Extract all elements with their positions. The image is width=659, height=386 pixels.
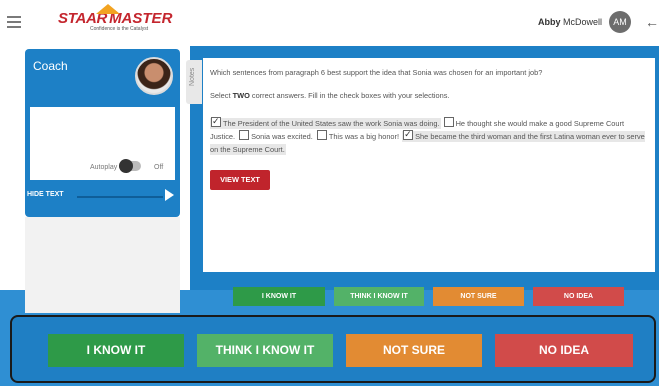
- instructions-text-post: correct answers. Fill in the check boxes…: [249, 91, 450, 100]
- instructions-text-pre: Select: [210, 91, 233, 100]
- play-icon[interactable]: [165, 189, 174, 201]
- i-know-it-button-small[interactable]: I KNOW IT: [233, 287, 325, 306]
- coach-panel: Coach Autoplay Off HIDE TEXT: [25, 49, 180, 217]
- instructions-count: TWO: [232, 91, 250, 100]
- audio-progress-bar[interactable]: [77, 196, 163, 198]
- back-arrow-icon[interactable]: ←: [645, 14, 659, 30]
- question-prompt: Which sentences from paragraph 6 best su…: [210, 68, 543, 77]
- autoplay-label: Autoplay: [90, 164, 118, 171]
- i-know-it-button[interactable]: I KNOW IT: [48, 334, 184, 367]
- answer-options: The President of the United States saw t…: [210, 115, 650, 156]
- user-name: Abby McDowell: [538, 17, 602, 27]
- toggle-knob: [119, 159, 133, 173]
- option-text: Sonia was excited.: [251, 132, 313, 141]
- staar-master-logo[interactable]: STAAR MASTER Confidence is the Catalyst: [58, 4, 172, 32]
- not-sure-button-small[interactable]: NOT SURE: [433, 287, 524, 306]
- notes-tab-label: Notes: [189, 67, 196, 86]
- user-avatar[interactable]: AM: [609, 11, 631, 33]
- question-instructions: Select TWO correct answers. Fill in the …: [210, 91, 450, 100]
- question-card: Which sentences from paragraph 6 best su…: [203, 58, 655, 272]
- option-text: This was a big honor!: [328, 132, 400, 141]
- option-3[interactable]: Sonia was excited.: [238, 130, 314, 142]
- checkbox-3[interactable]: [239, 130, 250, 140]
- audio-controls: HIDE TEXT: [25, 189, 180, 205]
- notes-tab[interactable]: Notes: [186, 60, 202, 104]
- hide-text-button[interactable]: HIDE TEXT: [27, 191, 64, 198]
- top-header: STAAR MASTER Confidence is the Catalyst A…: [0, 0, 659, 46]
- checkbox-5[interactable]: [403, 128, 414, 141]
- coach-panel-footer: [25, 217, 180, 313]
- option-text: The President of the United States saw t…: [223, 119, 440, 128]
- user-last-name: McDowell: [563, 17, 603, 27]
- coach-title: Coach: [33, 59, 68, 73]
- think-i-know-it-button[interactable]: THINK I KNOW IT: [197, 334, 333, 367]
- view-text-button[interactable]: VIEW TEXT: [210, 170, 270, 190]
- not-sure-button[interactable]: NOT SURE: [346, 334, 482, 367]
- hamburger-menu-icon[interactable]: [7, 16, 21, 28]
- no-idea-button-small[interactable]: NO IDEA: [533, 287, 624, 306]
- coach-avatar: [135, 57, 173, 95]
- checkbox-2[interactable]: [443, 117, 454, 127]
- star-logo-icon: [96, 4, 120, 14]
- user-first-name: Abby: [538, 17, 561, 27]
- checkbox-1[interactable]: [211, 115, 221, 128]
- checkbox-4[interactable]: [316, 130, 327, 140]
- autoplay-off-label: Off: [154, 164, 164, 171]
- no-idea-button[interactable]: NO IDEA: [495, 334, 633, 367]
- think-i-know-it-button-small[interactable]: THINK I KNOW IT: [334, 287, 424, 306]
- option-4[interactable]: This was a big honor!: [316, 130, 400, 142]
- autoplay-toggle[interactable]: [119, 159, 141, 173]
